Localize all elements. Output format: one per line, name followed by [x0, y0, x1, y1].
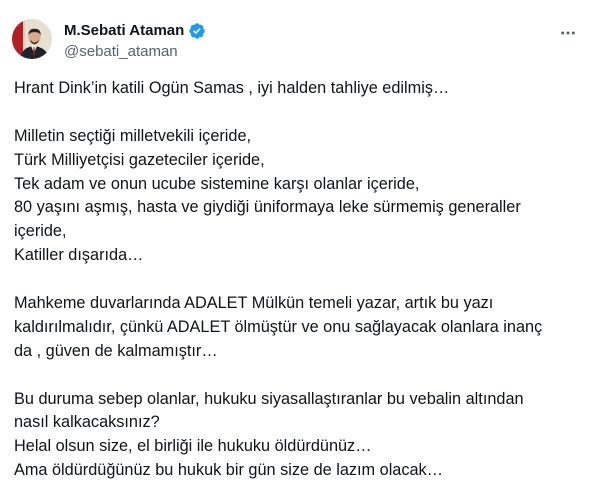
- tweet-text-line: içeride,: [14, 222, 67, 241]
- tweet-text-line: nasıl kalkacaksınız?: [14, 413, 160, 432]
- tweet-text-line: Tek adam ve onun ucube sistemine karşı o…: [14, 174, 420, 193]
- tweet-text-line: Milletin seçtiği milletvekili içeride,: [14, 126, 252, 145]
- tweet-text-line: 80 yaşını aşmış, hasta ve giydiği ünifor…: [14, 198, 521, 217]
- tweet-text-line: Ama öldürdüğünüz bu hukuk bir gün size d…: [14, 461, 443, 480]
- tweet-text-line: Katiller dışarıda…: [14, 246, 144, 265]
- avatar-portrait-icon: [12, 19, 52, 59]
- tweet-text-line: Mahkeme duvarlarında ADALET Mülkün temel…: [14, 294, 494, 313]
- more-options-icon: [561, 31, 575, 35]
- tweet-text-line: Türk Milliyetçisi gazeteciler içeride,: [14, 150, 265, 169]
- author-handle[interactable]: @sebati_ataman: [64, 42, 206, 62]
- tweet-text-line: Hrant Dink’in katili Ogün Samas , iyi ha…: [14, 79, 450, 97]
- tweet-card: M.Sebati Ataman @sebati_ataman Hrant Din…: [0, 0, 593, 489]
- more-options-button[interactable]: [557, 22, 579, 44]
- tweet-text-line: Bu duruma sebep olanlar, hukuku siyasall…: [14, 389, 524, 408]
- author-name-row: M.Sebati Ataman: [64, 21, 206, 41]
- author-display-name[interactable]: M.Sebati Ataman: [64, 21, 184, 41]
- avatar[interactable]: [12, 19, 52, 59]
- tweet-text: Hrant Dink’in katili Ogün Samas , iyi ha…: [14, 77, 582, 483]
- tweet-text-line: da , güven de kalmamıştır…: [14, 341, 218, 360]
- tweet-text-line: kaldırılmalıdır, çünkü ADALET ölmüştür v…: [14, 317, 543, 336]
- tweet-text-line: Helal olsun size, el birliği ile hukuku …: [14, 437, 372, 456]
- verified-badge-icon: [188, 22, 206, 40]
- author-info: M.Sebati Ataman @sebati_ataman: [64, 21, 206, 62]
